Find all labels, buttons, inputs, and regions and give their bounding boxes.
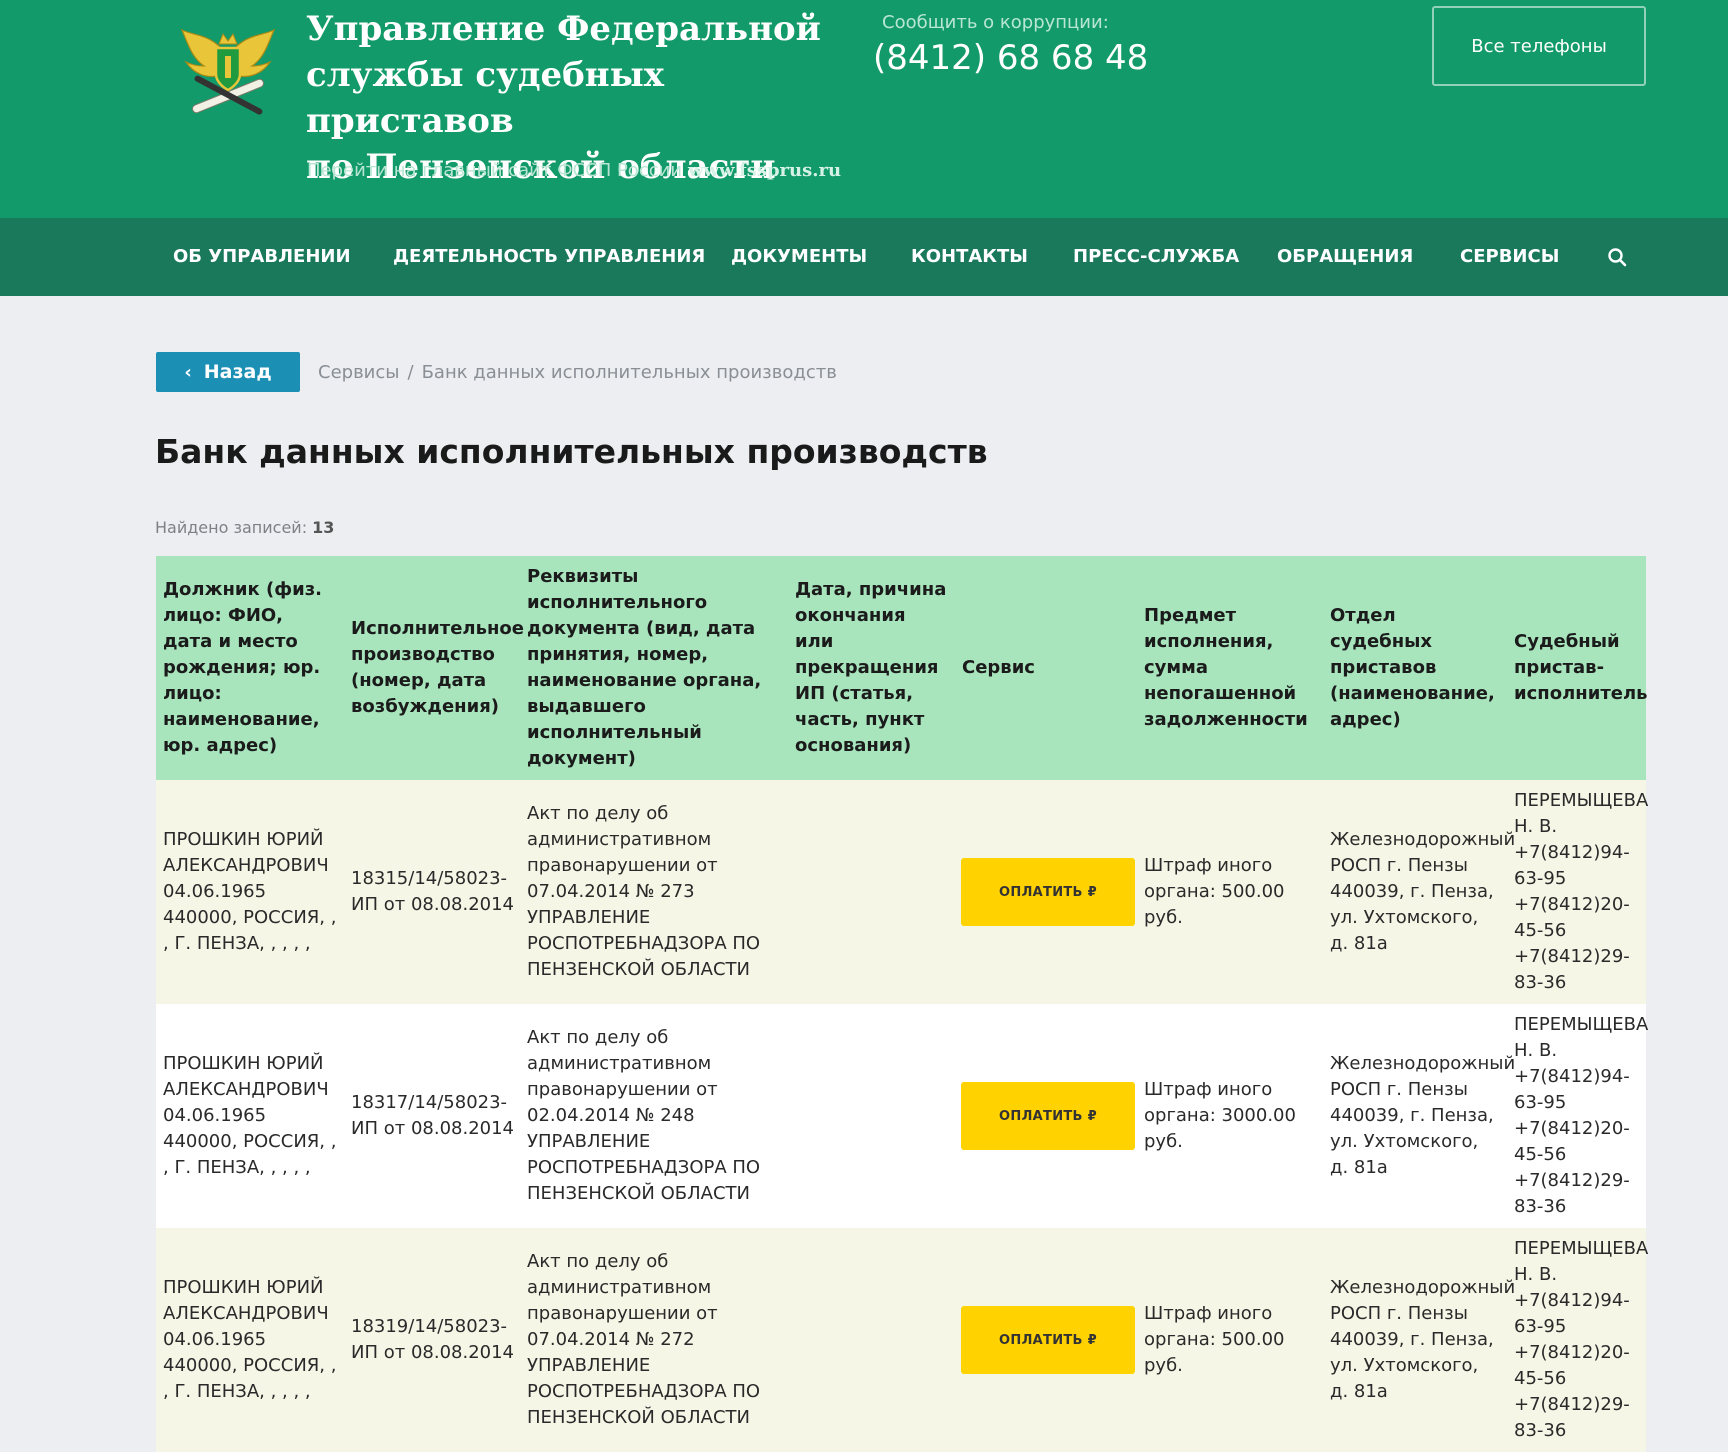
cell-proceeding: 18315/14/58023-ИП от 08.08.2014 <box>344 780 520 1004</box>
cell-proceeding: 18317/14/58023-ИП от 08.08.2014 <box>344 1004 520 1228</box>
main-site-label: Перейти на главный сайт ФССП России <box>307 160 683 181</box>
records-found-label: Найдено записей: <box>155 518 308 537</box>
nav-item-about[interactable]: ОБ УПРАВЛЕНИИ <box>173 218 351 296</box>
col-header-department: Отдел судебных приставов (наименование, … <box>1323 556 1507 780</box>
search-icon[interactable] <box>1607 247 1627 267</box>
table-row: ПРОШКИН ЮРИЙ АЛЕКСАНДРОВИЧ 04.06.1965 44… <box>156 780 1648 1004</box>
main-nav: ОБ УПРАВЛЕНИИ ДЕЯТЕЛЬНОСТЬ УПРАВЛЕНИЯ ДО… <box>0 218 1728 296</box>
cell-end-date <box>788 1004 955 1228</box>
cell-debtor: ПРОШКИН ЮРИЙ АЛЕКСАНДРОВИЧ 04.06.1965 44… <box>156 1228 344 1452</box>
back-button[interactable]: ‹ Назад <box>156 352 300 392</box>
table-row: ПРОШКИН ЮРИЙ АЛЕКСАНДРОВИЧ 04.06.1965 44… <box>156 1228 1648 1452</box>
chevron-left-icon: ‹ <box>184 361 192 383</box>
cell-debtor: ПРОШКИН ЮРИЙ АЛЕКСАНДРОВИЧ 04.06.1965 44… <box>156 1004 344 1228</box>
cell-bailiff: ПЕРЕМЫЩЕВА Н. В. +7(8412)94-63-95 +7(841… <box>1507 1228 1648 1452</box>
records-found-count: 13 <box>312 518 335 537</box>
nav-item-press[interactable]: ПРЕСС-СЛУЖБА <box>1073 218 1239 296</box>
pay-button[interactable]: ОПЛАТИТЬ ₽ <box>961 858 1135 926</box>
proceedings-table: Должник (физ. лицо: ФИО, дата и место ро… <box>156 556 1648 1452</box>
corruption-label: Сообщить о коррупции: <box>882 12 1109 33</box>
pay-button[interactable]: ОПЛАТИТЬ ₽ <box>961 1306 1135 1374</box>
cell-subject: Штраф иного органа: 3000.00 руб. <box>1137 1004 1323 1228</box>
cell-department: Железнодорожный РОСП г. Пензы 440039, г.… <box>1323 1228 1515 1452</box>
table-header-row: Должник (физ. лицо: ФИО, дата и место ро… <box>156 556 1648 780</box>
breadcrumb: Сервисы / Банк данных исполнительных произ… <box>318 362 837 383</box>
cell-end-date <box>788 1228 955 1452</box>
cell-department: Железнодорожный РОСП г. Пензы 440039, г.… <box>1323 780 1515 1004</box>
cell-service: ОПЛАТИТЬ ₽ <box>955 780 1137 1004</box>
cell-document: Акт по делу об административном правонар… <box>520 780 788 1004</box>
main-site-url[interactable]: www.fssprus.ru <box>688 160 841 181</box>
pay-button[interactable]: ОПЛАТИТЬ ₽ <box>961 1082 1135 1150</box>
cell-service: ОПЛАТИТЬ ₽ <box>955 1004 1137 1228</box>
col-header-subject: Предмет исполнения, сумма непогашенной з… <box>1137 556 1323 780</box>
table-row: ПРОШКИН ЮРИЙ АЛЕКСАНДРОВИЧ 04.06.1965 44… <box>156 1004 1648 1228</box>
site-header: Управление Федеральной службы судебных п… <box>0 0 1728 218</box>
cell-service: ОПЛАТИТЬ ₽ <box>955 1228 1137 1452</box>
col-header-service: Сервис <box>955 556 1137 780</box>
col-header-bailiff: Судебный пристав-исполнитель <box>1507 556 1648 780</box>
col-header-document: Реквизиты исполнительного документа (вид… <box>520 556 788 780</box>
cell-department: Железнодорожный РОСП г. Пензы 440039, г.… <box>1323 1004 1515 1228</box>
org-title-line: Управление Федеральной <box>306 9 821 49</box>
cell-debtor: ПРОШКИН ЮРИЙ АЛЕКСАНДРОВИЧ 04.06.1965 44… <box>156 780 344 1004</box>
breadcrumb-item-current: Банк данных исполнительных производств <box>421 362 837 383</box>
nav-item-contacts[interactable]: КОНТАКТЫ <box>911 218 1028 296</box>
cell-document: Акт по делу об административном правонар… <box>520 1004 788 1228</box>
breadcrumb-separator: / <box>407 362 414 383</box>
records-found: Найдено записей: 13 <box>155 518 334 537</box>
cell-subject: Штраф иного органа: 500.00 руб. <box>1137 1228 1323 1452</box>
col-header-debtor: Должник (физ. лицо: ФИО, дата и место ро… <box>156 556 344 780</box>
back-button-label: Назад <box>203 361 272 383</box>
main-site-link[interactable]: Перейти на главный сайт ФССП России www.f… <box>307 160 841 181</box>
cell-proceeding: 18319/14/58023-ИП от 08.08.2014 <box>344 1228 520 1452</box>
col-header-end-date: Дата, причина окончания или прекращения … <box>788 556 955 780</box>
org-title-line: службы судебных приставов <box>306 55 665 141</box>
nav-item-appeals[interactable]: ОБРАЩЕНИЯ <box>1277 218 1413 296</box>
cell-end-date <box>788 780 955 1004</box>
breadcrumb-item-services[interactable]: Сервисы <box>318 362 399 383</box>
cell-document: Акт по делу об административном правонар… <box>520 1228 788 1452</box>
all-phones-button[interactable]: Все телефоны <box>1432 6 1646 86</box>
nav-item-documents[interactable]: ДОКУМЕНТЫ <box>731 218 867 296</box>
corruption-phone[interactable]: (8412) 68 68 48 <box>873 38 1148 78</box>
cell-bailiff: ПЕРЕМЫЩЕВА Н. В. +7(8412)94-63-95 +7(841… <box>1507 780 1648 1004</box>
page-title: Банк данных исполнительных производств <box>155 432 988 471</box>
cell-bailiff: ПЕРЕМЫЩЕВА Н. В. +7(8412)94-63-95 +7(841… <box>1507 1004 1648 1228</box>
nav-item-services[interactable]: СЕРВИСЫ <box>1460 218 1559 296</box>
col-header-proceeding: Исполнительное производство (номер, дата… <box>344 556 524 780</box>
cell-subject: Штраф иного органа: 500.00 руб. <box>1137 780 1323 1004</box>
nav-item-activity[interactable]: ДЕЯТЕЛЬНОСТЬ УПРАВЛЕНИЯ <box>393 218 705 296</box>
fssp-emblem-icon[interactable] <box>176 14 280 118</box>
